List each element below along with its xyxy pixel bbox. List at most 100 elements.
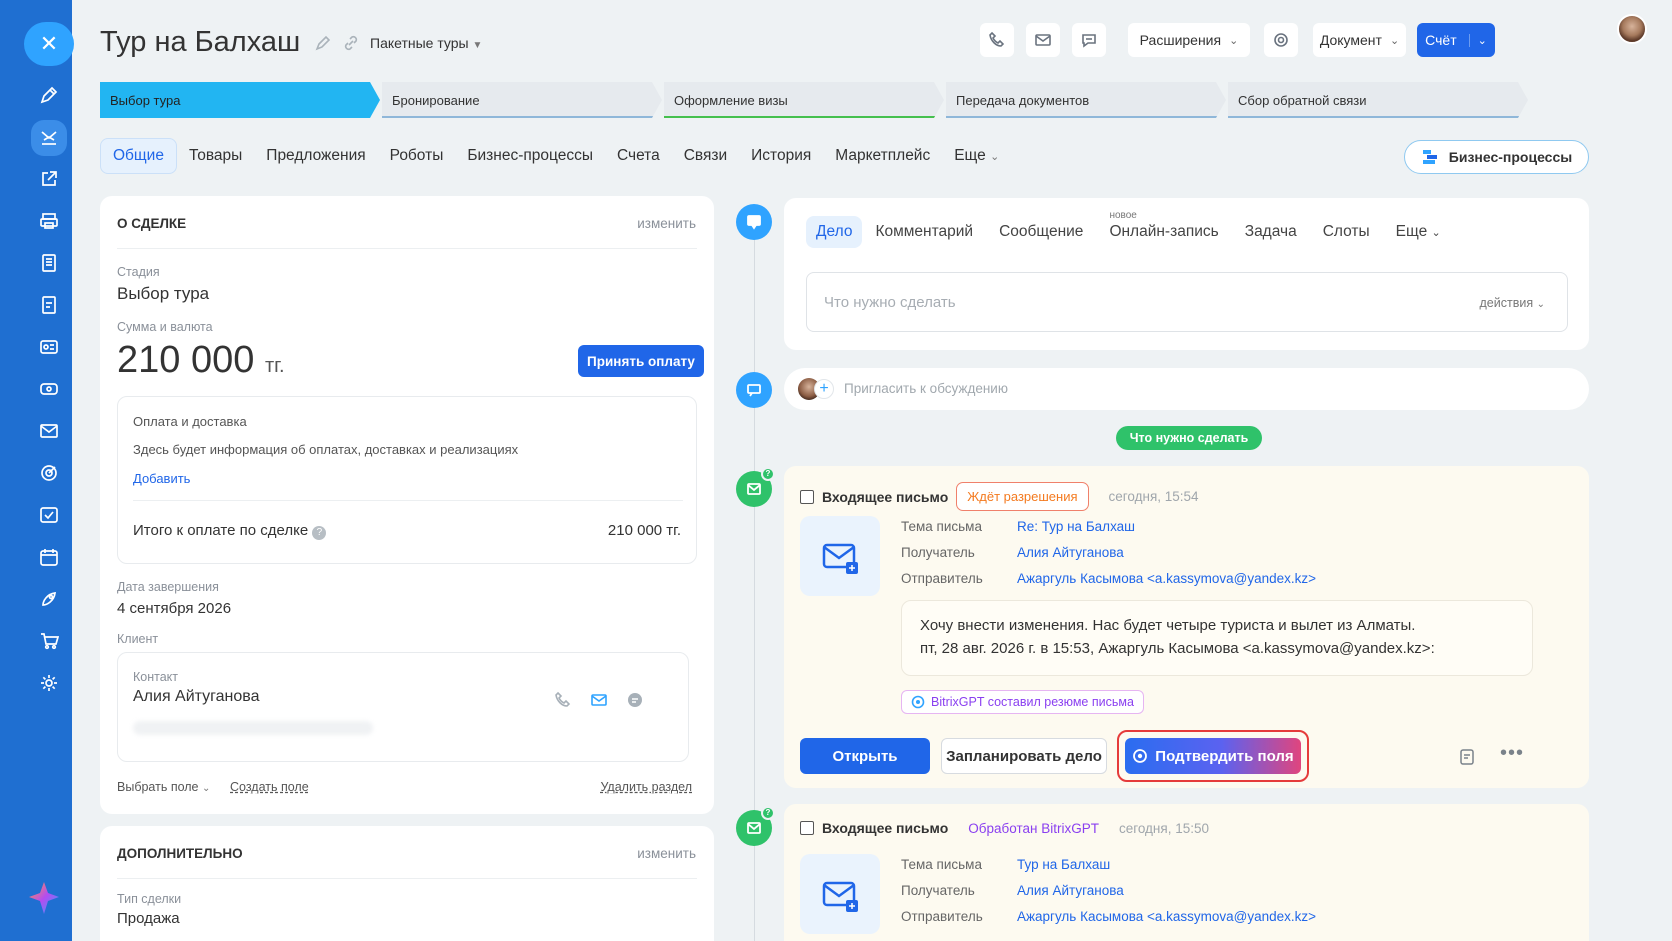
envelope-icon[interactable]: [590, 691, 608, 709]
chevron-down-icon: ⌄: [202, 783, 211, 794]
actions-dropdown[interactable]: действия ⌄: [1480, 296, 1545, 310]
print-icon[interactable]: [36, 208, 62, 234]
id-card-icon[interactable]: [36, 334, 62, 360]
subject-link[interactable]: Re: Тур на Балхаш: [1017, 519, 1135, 534]
tab-offers[interactable]: Предложения: [254, 138, 377, 174]
tab-slots[interactable]: Слоты: [1310, 216, 1383, 248]
export-icon[interactable]: [36, 166, 62, 192]
tab-invoices[interactable]: Счета: [605, 138, 672, 174]
tab-message[interactable]: Сообщение: [986, 216, 1096, 248]
pen-icon[interactable]: [36, 82, 62, 108]
tab-more[interactable]: Еще ⌄: [942, 138, 1011, 174]
stage-feedback[interactable]: Сбор обратной связи: [1228, 82, 1528, 118]
document-button[interactable]: Документ ⌄: [1313, 23, 1406, 57]
gear-icon[interactable]: [36, 670, 62, 696]
tab-robots[interactable]: Роботы: [378, 138, 456, 174]
stage-select-tour[interactable]: Выбор тура: [100, 82, 380, 118]
help-icon[interactable]: ?: [312, 526, 327, 540]
pencil-icon[interactable]: [314, 34, 332, 52]
cart-icon[interactable]: [36, 628, 62, 654]
more-icon[interactable]: •••: [1500, 742, 1524, 765]
tab-task-case[interactable]: Дело: [806, 216, 863, 248]
deal-card: О СДЕЛКЕ изменить Стадия Выбор тура Сумм…: [100, 196, 714, 814]
phone-button[interactable]: [980, 23, 1014, 57]
total-label: Итого к оплате по сделке ?: [133, 522, 327, 540]
extra-heading: ДОПОЛНИТЕЛЬНО: [117, 846, 243, 861]
ai-star-icon[interactable]: [26, 880, 62, 916]
deals-icon[interactable]: [31, 120, 67, 156]
chat-icon[interactable]: [626, 691, 644, 709]
avatar[interactable]: [1617, 14, 1647, 44]
deal-edit-link[interactable]: изменить: [637, 216, 696, 231]
recipient-link[interactable]: Алия Айтуганова: [1017, 883, 1124, 898]
add-participant-icon[interactable]: +: [814, 379, 834, 399]
document-icon[interactable]: [36, 250, 62, 276]
chevron-down-icon: ⌄: [1536, 299, 1545, 310]
tab-task[interactable]: Задача: [1232, 216, 1310, 248]
subject-link[interactable]: Тур на Балхаш: [1017, 857, 1110, 872]
contact-blurred-field: [133, 721, 373, 735]
check-mail-icon[interactable]: [36, 502, 62, 528]
stage-label: Стадия: [117, 265, 160, 279]
accept-payment-button[interactable]: Принять оплату: [578, 345, 704, 377]
invoice-button[interactable]: Счёт ⌄: [1417, 23, 1495, 57]
sum-amount: 210 000: [117, 339, 255, 381]
close-icon[interactable]: ✕: [24, 22, 74, 66]
confirm-fields-button[interactable]: Подтвердить поля: [1125, 738, 1301, 774]
phone-icon[interactable]: [554, 691, 572, 709]
calendar-icon[interactable]: [36, 544, 62, 570]
open-button[interactable]: Открыть: [800, 738, 930, 774]
tab-general[interactable]: Общие: [100, 138, 177, 174]
tab-more[interactable]: Еще ⌄: [1383, 216, 1454, 248]
sender-link[interactable]: Ажаргуль Касымова <a.kassymova@yandex.kz…: [1017, 571, 1316, 586]
subject-label: Тема письма: [901, 857, 982, 872]
tab-products[interactable]: Товары: [177, 138, 254, 174]
invite-bar[interactable]: + Пригласить к обсуждению: [784, 368, 1589, 410]
tab-marketplace[interactable]: Маркетплейс: [823, 138, 942, 174]
tab-history[interactable]: История: [739, 138, 823, 174]
complete-checkbox[interactable]: [800, 821, 814, 835]
create-field-link[interactable]: Создать поле: [230, 780, 309, 794]
select-field-dropdown[interactable]: Выбрать поле ⌄: [117, 780, 210, 794]
mail-time: сегодня, 15:54: [1108, 489, 1199, 504]
payment-title: Оплата и доставка: [133, 414, 247, 429]
mail-body-line-2: пт, 28 авг. 2026 г. в 15:53, Ажаргуль Ка…: [920, 640, 1435, 657]
recipient-link[interactable]: Алия Айтуганова: [1017, 545, 1124, 560]
delete-section-link[interactable]: Удалить раздел: [600, 780, 692, 794]
todo-input[interactable]: Что нужно сделать действия ⌄: [806, 272, 1568, 332]
main: Тур на Балхаш Пакетные туры ▼ Расширения…: [72, 0, 1672, 941]
contact-name[interactable]: Алия Айтуганова: [133, 688, 260, 706]
target-icon[interactable]: [36, 460, 62, 486]
tour-type-select[interactable]: Пакетные туры ▼: [370, 35, 482, 51]
stage-visa[interactable]: Оформление визы: [664, 82, 944, 118]
business-processes-button[interactable]: Бизнес-процессы: [1404, 140, 1589, 174]
note-icon[interactable]: [1458, 748, 1476, 766]
rocket-icon[interactable]: [36, 586, 62, 612]
chat-button[interactable]: [1072, 23, 1106, 57]
tab-online-booking[interactable]: новое Онлайн-запись: [1096, 210, 1231, 248]
link-icon[interactable]: [342, 34, 360, 52]
sender-link[interactable]: Ажаргуль Касымова <a.kassymova@yandex.kz…: [1017, 909, 1316, 924]
stage-value: Выбор тура: [117, 284, 210, 303]
stage-documents[interactable]: Передача документов: [946, 82, 1226, 118]
ticket-icon[interactable]: [36, 376, 62, 402]
tab-comment[interactable]: Комментарий: [862, 216, 986, 248]
settings-button[interactable]: [1264, 23, 1298, 57]
tab-online-booking-label: Онлайн-запись: [1109, 223, 1219, 240]
add-link[interactable]: Добавить: [133, 471, 190, 486]
mail-icon[interactable]: [36, 418, 62, 444]
select-field-label: Выбрать поле: [117, 780, 199, 794]
extra-edit-link[interactable]: изменить: [637, 846, 696, 861]
tab-business-processes[interactable]: Бизнес-процессы: [455, 138, 605, 174]
schedule-button[interactable]: Запланировать дело: [941, 738, 1107, 774]
tab-links[interactable]: Связи: [672, 138, 739, 174]
stage-booking[interactable]: Бронирование: [382, 82, 662, 118]
mail-card-1: Входящее письмо Ждёт разрешения сегодня,…: [784, 466, 1589, 788]
invoice-icon[interactable]: [36, 292, 62, 318]
complete-checkbox[interactable]: [800, 489, 814, 504]
envelope-icon: [1035, 34, 1051, 46]
email-button[interactable]: [1026, 23, 1060, 57]
extensions-button[interactable]: Расширения ⌄: [1128, 23, 1250, 57]
sender-label: Отправитель: [901, 909, 983, 924]
gpt-summary-tag[interactable]: BitrixGPT составил резюме письма: [901, 690, 1144, 714]
